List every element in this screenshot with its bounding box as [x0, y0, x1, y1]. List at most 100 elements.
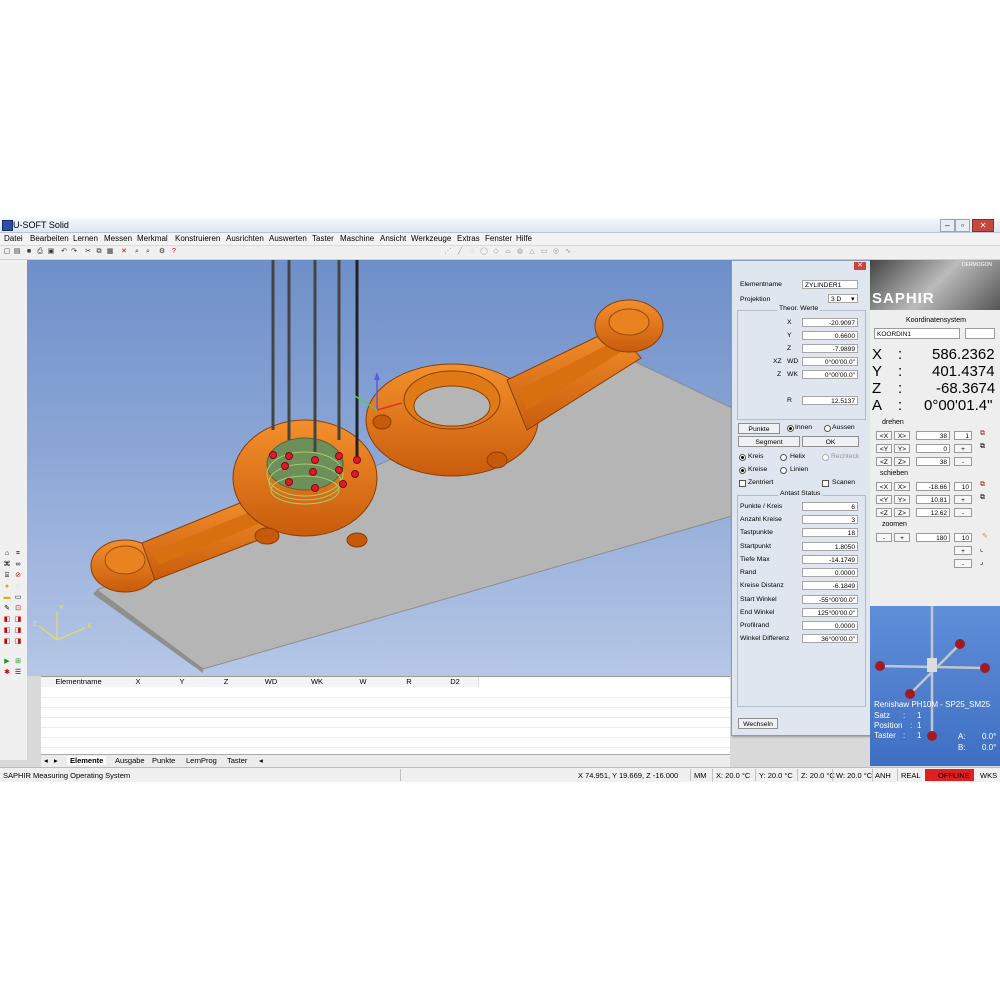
plane-icon[interactable]: ◇: [492, 248, 500, 256]
settings-icon[interactable]: ⚙: [158, 248, 166, 256]
schieben-x-plus[interactable]: X>: [894, 482, 910, 491]
menu-messen[interactable]: Messen: [104, 234, 132, 243]
aussen-radio[interactable]: [824, 425, 831, 432]
r-field[interactable]: 12.5137: [802, 396, 858, 405]
maximize-icon[interactable]: ▫: [955, 219, 970, 232]
wechseln-button[interactable]: Wechseln: [738, 718, 778, 729]
drehen-icon[interactable]: ⧉: [980, 430, 985, 438]
tool-clear-icon[interactable]: ⊘: [14, 572, 22, 580]
tastpunkte-field[interactable]: 18: [802, 528, 858, 537]
tool-bug-icon[interactable]: ✱: [3, 669, 11, 677]
zoom-step-field[interactable]: 10: [954, 533, 972, 542]
tool-red1-icon[interactable]: ◧: [3, 616, 11, 624]
col-w[interactable]: W: [340, 677, 387, 687]
table-row[interactable]: [41, 737, 730, 738]
cylinder-icon[interactable]: ⌓: [504, 248, 512, 256]
col-wd[interactable]: WD: [248, 677, 295, 687]
ok-button[interactable]: OK: [802, 436, 859, 447]
drehen-step-field[interactable]: 1: [954, 431, 972, 440]
open-icon[interactable]: ▤: [13, 248, 21, 256]
drehen-y-plus[interactable]: Y>: [894, 444, 910, 453]
menu-extras[interactable]: Extras: [457, 234, 480, 243]
schieben-y-minus[interactable]: <Y: [876, 495, 892, 504]
tiefe-max-field[interactable]: -14.1749: [802, 555, 858, 564]
tool-red4-icon[interactable]: ◨: [14, 627, 22, 635]
tool-grid-icon[interactable]: ⊞: [14, 658, 22, 666]
segment-button[interactable]: Segment: [738, 436, 800, 447]
delete-icon[interactable]: ✕: [120, 248, 128, 256]
drehen-x-plus[interactable]: X>: [894, 431, 910, 440]
redo-icon[interactable]: ↷: [70, 248, 78, 256]
tool-red5-icon[interactable]: ◧: [3, 638, 11, 646]
rechteck-radio[interactable]: [822, 454, 829, 461]
drehen-dec-button[interactable]: -: [954, 457, 972, 466]
kreise-distanz-field[interactable]: -6.1849: [802, 581, 858, 590]
col-x[interactable]: X: [116, 677, 161, 687]
3d-viewport[interactable]: Y X Z: [27, 260, 732, 676]
zentriert-checkbox[interactable]: [739, 480, 746, 487]
tool-target-icon[interactable]: ◌: [14, 583, 22, 591]
z-field[interactable]: -7.9899: [802, 344, 858, 353]
schieben-z-field[interactable]: 12.62: [916, 508, 950, 517]
menu-merkmal[interactable]: Merkmal: [137, 234, 168, 243]
zoom-inc-button[interactable]: +: [954, 546, 972, 555]
new-file-icon[interactable]: ▢: [3, 248, 11, 256]
startpunkt-field[interactable]: 1.8050: [802, 542, 858, 551]
schieben-x-field[interactable]: -18.66: [916, 482, 950, 491]
tool-align-icon[interactable]: ⌘: [3, 561, 11, 569]
schieben-z-plus[interactable]: Z>: [894, 508, 910, 517]
tab-next-icon[interactable]: ▸: [54, 756, 58, 765]
koordinatensystem-field[interactable]: KOORDIN1: [874, 328, 960, 339]
tab-taster[interactable]: Taster: [227, 756, 247, 765]
drehen-y-minus[interactable]: <Y: [876, 444, 892, 453]
drehen-z-field[interactable]: 38: [916, 457, 950, 466]
print-icon[interactable]: ⎙: [36, 248, 44, 256]
curve-icon[interactable]: ∿: [564, 248, 572, 256]
menu-ansicht[interactable]: Ansicht: [380, 234, 406, 243]
find-icon[interactable]: ⌕: [133, 248, 141, 256]
start-winkel-field[interactable]: -55°00'00.0": [802, 595, 858, 604]
scanen-checkbox[interactable]: [822, 480, 829, 487]
menu-auswerten[interactable]: Auswerten: [269, 234, 307, 243]
slot-icon[interactable]: ▭: [540, 248, 548, 256]
table-row[interactable]: [41, 727, 730, 728]
zoom-field[interactable]: 180: [916, 533, 950, 542]
menu-fenster[interactable]: Fenster: [485, 234, 512, 243]
tool-play-icon[interactable]: ▶: [3, 658, 11, 666]
y-field[interactable]: 0.6600: [802, 331, 858, 340]
drehen-x-field[interactable]: 38: [916, 431, 950, 440]
table-row[interactable]: [41, 717, 730, 718]
schieben-y-plus[interactable]: Y>: [894, 495, 910, 504]
innen-radio[interactable]: [787, 425, 794, 432]
menu-maschine[interactable]: Maschine: [340, 234, 374, 243]
zoom-dec-button[interactable]: -: [954, 559, 972, 568]
schieben-z-minus[interactable]: <Z: [876, 508, 892, 517]
save-icon[interactable]: ■: [25, 248, 33, 256]
tab-punkte[interactable]: Punkte: [152, 756, 175, 765]
menu-taster[interactable]: Taster: [312, 234, 334, 243]
menu-ausrichten[interactable]: Ausrichten: [226, 234, 264, 243]
punkte-kreis-field[interactable]: 6: [802, 502, 858, 511]
tool-cut-icon[interactable]: ⊡: [14, 605, 22, 613]
kreis-radio[interactable]: [739, 454, 746, 461]
sphere-icon[interactable]: ◍: [516, 248, 524, 256]
schieben-step-field[interactable]: 10: [954, 482, 972, 491]
wk-field[interactable]: 0°00'00.0": [802, 370, 858, 379]
tool-link-icon[interactable]: ∞: [14, 561, 22, 569]
menu-bearbeiten[interactable]: Bearbeiten: [30, 234, 69, 243]
zoom-plus-button[interactable]: +: [894, 533, 910, 542]
menu-konstruieren[interactable]: Konstruieren: [175, 234, 220, 243]
view-icon-1[interactable]: ⋰: [444, 248, 452, 256]
copy-icon[interactable]: ⧉: [95, 248, 103, 256]
winkel-differenz-field[interactable]: 36°00'00.0": [802, 634, 858, 643]
rand-field[interactable]: 0.0000: [802, 568, 858, 577]
tool-machine-icon[interactable]: ⌸: [3, 572, 11, 580]
tool-view-icon[interactable]: ▭: [14, 594, 22, 602]
col-d2[interactable]: D2: [432, 677, 479, 687]
schieben-icon[interactable]: ⧉: [980, 481, 985, 489]
table-row[interactable]: [41, 707, 730, 708]
chevron-down-icon[interactable]: ▾: [851, 295, 854, 303]
col-y[interactable]: Y: [160, 677, 205, 687]
tool-red6-icon[interactable]: ◨: [14, 638, 22, 646]
dialog-close-icon[interactable]: ✕: [854, 262, 866, 270]
